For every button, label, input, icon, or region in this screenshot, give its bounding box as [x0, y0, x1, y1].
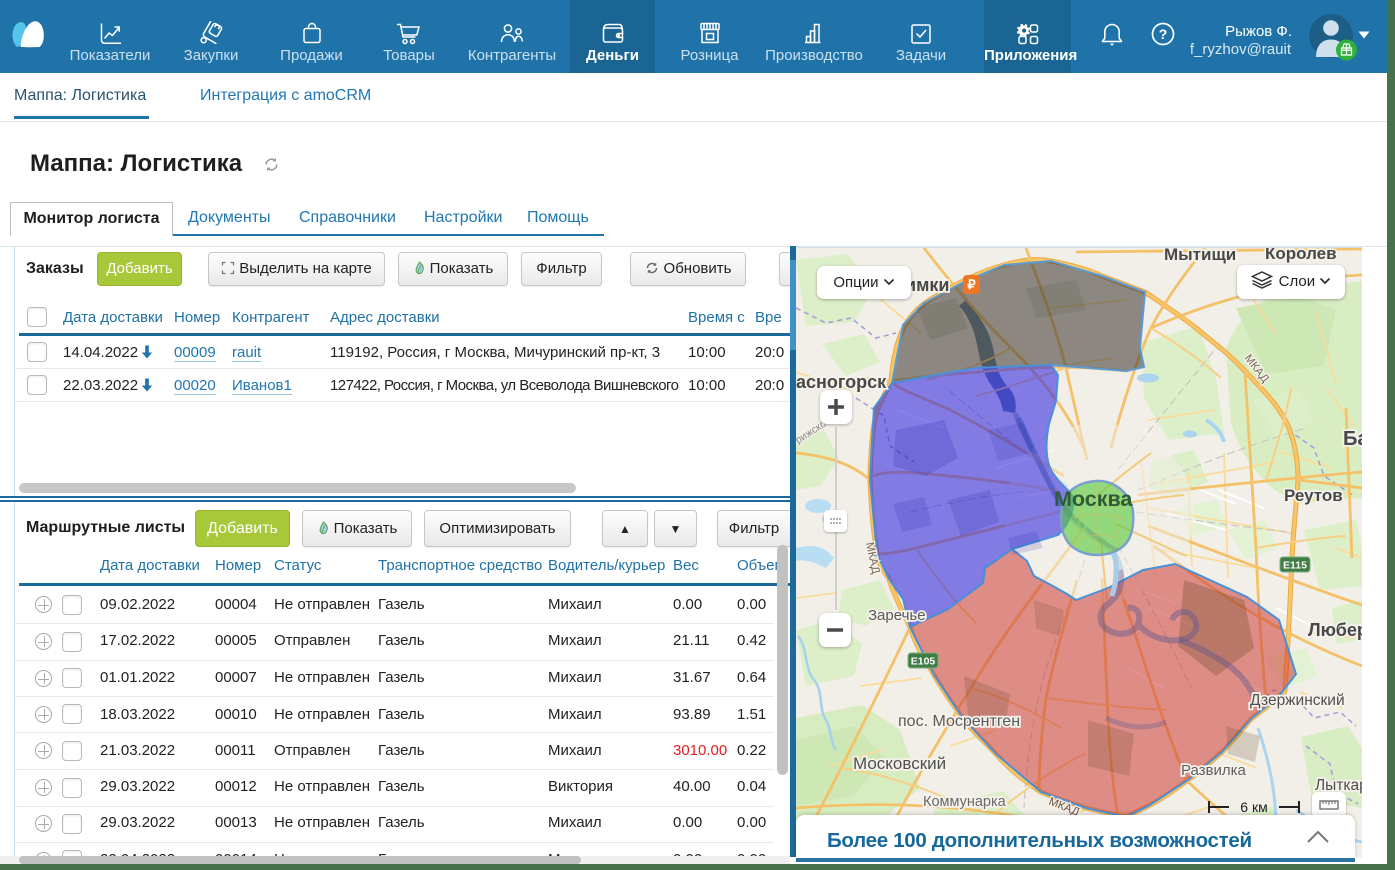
svg-text:Московский: Московский [853, 754, 946, 773]
svg-text:Королев: Королев [1265, 248, 1337, 263]
svg-text:Дзержинский: Дзержинский [1250, 692, 1345, 709]
svg-text:?: ? [1159, 26, 1168, 42]
svg-text:Заречье: Заречье [868, 607, 926, 624]
svg-text:Мытищи: Мытищи [1164, 248, 1236, 264]
svg-text:Реутов: Реутов [1284, 486, 1343, 505]
svg-text:Москва: Москва [1054, 487, 1133, 511]
svg-text:E115: E115 [1283, 560, 1307, 572]
svg-text:E105: E105 [911, 656, 936, 668]
svg-text:Развилка: Развилка [1181, 762, 1247, 779]
svg-text:Красногорск: Красногорск [796, 372, 887, 392]
svg-text:6 км: 6 км [1240, 799, 1267, 815]
svg-text:пос. Мосрентген: пос. Мосрентген [898, 713, 1020, 730]
svg-text:Коммунарка: Коммунарка [923, 794, 1007, 810]
svg-text:₽: ₽ [967, 277, 976, 292]
svg-text:Люберцы: Люберцы [1308, 620, 1362, 640]
svg-text:Балашиха: Балашиха [1343, 428, 1362, 450]
